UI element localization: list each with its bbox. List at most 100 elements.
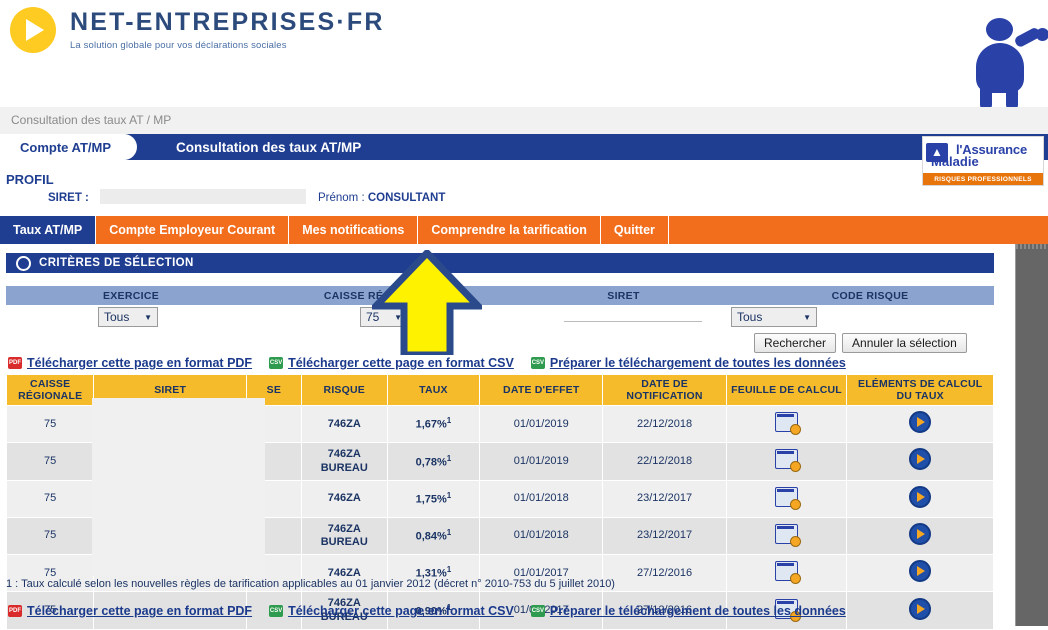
- cell-elements-calcul[interactable]: [846, 405, 994, 444]
- nav-item-comprendre-tarification[interactable]: Comprendre la tarification: [418, 216, 601, 244]
- play-circle-icon[interactable]: [909, 560, 932, 583]
- criteria-section-header: CRITÈRES DE SÉLECTION: [6, 253, 994, 273]
- site-header: NET-ENTREPRISES·FR La solution globale p…: [0, 0, 1048, 110]
- pdf-file-icon: PDF: [8, 357, 22, 369]
- breadcrumb: Consultation des taux AT / MP: [11, 113, 172, 127]
- nav-item-mes-notifications[interactable]: Mes notifications: [289, 216, 419, 244]
- insurer-line2: Maladie: [931, 154, 979, 169]
- cell-caisse: 75: [5, 516, 95, 556]
- nav-item-taux-atmp[interactable]: Taux AT/MP: [0, 216, 97, 244]
- play-circle-icon[interactable]: [909, 597, 932, 620]
- chevron-down-icon: ▼: [144, 312, 152, 322]
- download-csv-link[interactable]: Télécharger cette page en format CSV: [288, 604, 514, 618]
- play-disc-icon: [10, 7, 56, 53]
- cell-date-notification: 22/12/2018: [602, 442, 727, 481]
- criteria-header-siret: SIRET: [607, 289, 640, 302]
- th-taux: TAUX: [386, 373, 481, 407]
- criteria-section-title: CRITÈRES DE SÉLECTION: [39, 257, 194, 269]
- cell-feuille-calcul[interactable]: [725, 516, 848, 556]
- up-arrow-annotation: [372, 250, 482, 355]
- cell-risque: 746ZA: [300, 405, 388, 444]
- code-risque-select-value: Tous: [737, 310, 763, 324]
- logo-subtitle: La solution globale pour vos déclaration…: [70, 39, 287, 51]
- download-links-bottom: PDF Télécharger cette page en format PDF…: [8, 604, 846, 618]
- net-entreprises-logo[interactable]: NET-ENTREPRISES·FR La solution globale p…: [10, 7, 385, 53]
- csv-file-icon: CSV: [269, 357, 284, 369]
- calc-sheet-icon[interactable]: [775, 561, 801, 585]
- csv-file-icon: CSV: [530, 605, 545, 617]
- cell-elements-calcul[interactable]: [846, 479, 994, 518]
- calc-sheet-icon[interactable]: [775, 449, 801, 473]
- prepare-all-download-link[interactable]: Préparer le téléchargement de toutes les…: [550, 356, 846, 370]
- tab-compte-atmp[interactable]: Compte AT/MP: [6, 134, 137, 160]
- download-pdf-link[interactable]: Télécharger cette page en format PDF: [27, 356, 252, 370]
- cell-risque: 746ZA BUREAU: [300, 442, 388, 481]
- app-page: NET-ENTREPRISES·FR La solution globale p…: [0, 0, 1048, 630]
- criteria-header-exercice: EXERCICE: [102, 289, 160, 302]
- cell-feuille-calcul[interactable]: [725, 554, 848, 593]
- blue-person-icon: [960, 18, 1048, 110]
- play-circle-icon[interactable]: [909, 448, 932, 471]
- cell-elements-calcul[interactable]: [846, 442, 994, 481]
- th-date-effet: DATE D'EFFET: [479, 373, 604, 407]
- play-circle-icon[interactable]: [909, 485, 932, 508]
- criteria-column-headers: EXERCICE CAISSE RÉGIONALE SIRET CODE RIS…: [6, 286, 994, 305]
- profile-prenom-label: Prénom :: [318, 192, 368, 204]
- vertical-scrollbar[interactable]: [1015, 244, 1048, 626]
- cell-feuille-calcul[interactable]: [725, 479, 848, 518]
- prepare-all-download-link[interactable]: Préparer le téléchargement de toutes les…: [550, 604, 846, 618]
- nav-item-compte-employeur[interactable]: Compte Employeur Courant: [96, 216, 290, 244]
- cell-risque: 746ZA BUREAU: [300, 516, 388, 556]
- cell-date-notification: 27/12/2016: [602, 554, 727, 593]
- profile-siret-label: SIRET :: [48, 192, 89, 204]
- play-circle-icon[interactable]: [909, 522, 932, 545]
- cell-date-notification: 22/12/2018: [602, 405, 727, 444]
- cell-elements-calcul[interactable]: [846, 591, 994, 630]
- main-navigation: Taux AT/MP Compte Employeur Courant Mes …: [0, 216, 1048, 244]
- cell-date-effet: 01/01/2019: [479, 442, 604, 481]
- rechercher-button[interactable]: Rechercher: [754, 333, 837, 353]
- cell-taux: 0,84%1: [386, 516, 481, 556]
- calc-sheet-icon[interactable]: [775, 523, 801, 547]
- exercice-select[interactable]: Tous ▼: [98, 307, 158, 327]
- profile-prenom-value: CONSULTANT: [367, 192, 446, 204]
- criteria-header-code-risque: CODE RISQUE: [831, 289, 909, 302]
- cell-date-notification: 23/12/2017: [602, 516, 727, 556]
- assurance-maladie-logo: ▲ l'Assurance Maladie RISQUES PROFESSION…: [922, 136, 1044, 186]
- section-tab-band: Compte AT/MP Consultation des taux AT/MP: [0, 134, 1048, 160]
- logo-title: NET-ENTREPRISES·FR: [70, 7, 385, 36]
- cell-feuille-calcul[interactable]: [725, 405, 848, 444]
- scrollbar-grip[interactable]: [1016, 244, 1048, 249]
- cell-caisse: 75: [5, 479, 95, 518]
- profile-siret-value: [100, 189, 306, 204]
- siret-input[interactable]: [564, 321, 702, 322]
- exercice-select-value: Tous: [104, 310, 130, 324]
- cell-elements-calcul[interactable]: [846, 554, 994, 593]
- cell-elements-calcul[interactable]: [846, 516, 994, 556]
- insurer-tagline: RISQUES PROFESSIONNELS: [934, 175, 1032, 183]
- breadcrumb-strip: Consultation des taux AT / MP: [0, 107, 1048, 134]
- cell-date-notification: 23/12/2017: [602, 479, 727, 518]
- download-pdf-link[interactable]: Télécharger cette page en format PDF: [27, 604, 252, 618]
- cell-date-effet: 01/01/2019: [479, 405, 604, 444]
- annuler-selection-button[interactable]: Annuler la sélection: [842, 333, 967, 353]
- th-risque: RISQUE: [300, 373, 388, 407]
- cell-taux: 0,78%1: [386, 442, 481, 481]
- criteria-buttons: Rechercher Annuler la sélection: [754, 333, 967, 353]
- download-csv-link[interactable]: Télécharger cette page en format CSV: [288, 356, 514, 370]
- csv-file-icon: CSV: [269, 605, 284, 617]
- cell-caisse: 75: [5, 405, 95, 444]
- cell-feuille-calcul[interactable]: [725, 442, 848, 481]
- th-elements-calcul: ELÉMENTS DE CALCUL DU TAUX: [846, 373, 994, 407]
- cell-taux: 1,75%1: [386, 479, 481, 518]
- calc-sheet-icon[interactable]: [775, 486, 801, 510]
- criteria-inputs-row: Tous ▼ 75 ▼ Tous ▼: [6, 307, 994, 331]
- code-risque-select[interactable]: Tous ▼: [731, 307, 817, 327]
- nav-item-quitter[interactable]: Quitter: [601, 216, 669, 244]
- play-circle-icon[interactable]: [909, 411, 932, 434]
- circle-bullet-icon: [16, 255, 31, 271]
- calc-sheet-icon[interactable]: [775, 412, 801, 436]
- cell-date-effet: 01/01/2018: [479, 479, 604, 518]
- profile-prenom: Prénom : CONSULTANT: [318, 192, 445, 204]
